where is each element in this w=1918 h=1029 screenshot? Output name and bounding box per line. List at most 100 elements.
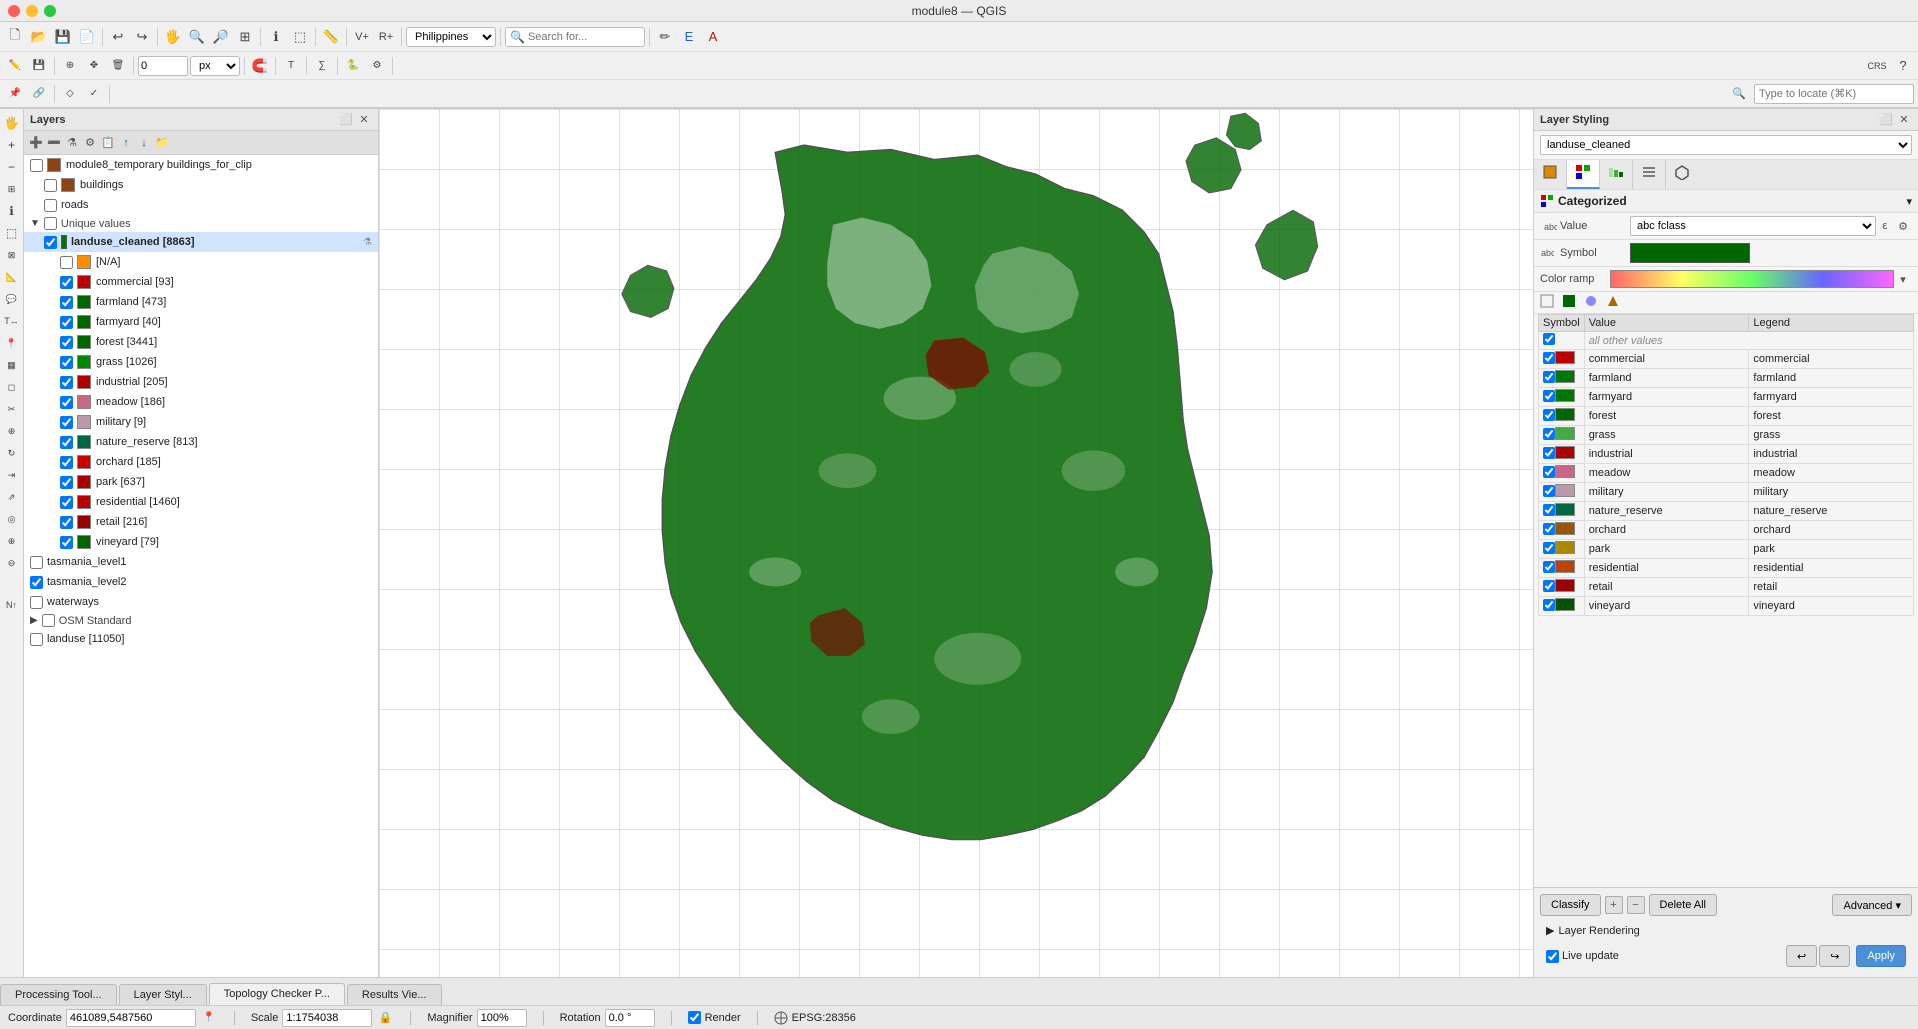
select-icon[interactable]: ⬚ <box>289 26 311 48</box>
tab-topology[interactable]: Topology Checker P... <box>209 983 345 1005</box>
pan-tool-icon[interactable]: 🖐 <box>2 113 22 133</box>
field-calc-icon[interactable]: ∑ <box>311 55 333 77</box>
filter-layer-icon[interactable]: ⚗ <box>64 135 80 151</box>
sym-row-farmyard[interactable]: farmyard farmyard <box>1539 388 1914 407</box>
layer-item-meadow[interactable]: meadow [186] <box>24 392 378 412</box>
open-project-icon[interactable]: 📂 <box>28 26 50 48</box>
layer-item-industrial[interactable]: industrial [205] <box>24 372 378 392</box>
identify-icon[interactable]: ℹ <box>265 26 287 48</box>
live-update-label[interactable]: Live update <box>1546 950 1619 963</box>
tab-layer-style[interactable]: Layer Styl... <box>119 984 207 1005</box>
layer-item-orchard[interactable]: orchard [185] <box>24 452 378 472</box>
sym-row-residential[interactable]: residential residential <box>1539 559 1914 578</box>
help-icon[interactable]: ? <box>1892 55 1914 77</box>
sym-row-meadow[interactable]: meadow meadow <box>1539 464 1914 483</box>
layer-checkbox-osm[interactable] <box>42 614 55 627</box>
layer-checkbox-module8[interactable] <box>30 159 43 172</box>
save-edits-icon[interactable]: 💾 <box>28 55 50 77</box>
sym-check-military[interactable] <box>1539 483 1585 502</box>
epsg-item[interactable]: EPSG:28356 <box>774 1011 856 1025</box>
symbol-color-swatch[interactable] <box>1630 243 1750 263</box>
classify-button[interactable]: Classify <box>1540 894 1601 916</box>
layer-item-forest[interactable]: forest [3441] <box>24 332 378 352</box>
styling-close-icon[interactable]: ✕ <box>1896 112 1912 128</box>
scale-input[interactable] <box>282 1009 372 1027</box>
layer-item-farmyard[interactable]: farmyard [40] <box>24 312 378 332</box>
split-features-icon[interactable]: ✂ <box>2 399 22 419</box>
layer-item-nature-reserve[interactable]: nature_reserve [813] <box>24 432 378 452</box>
tab-processing[interactable]: Processing Tool... <box>0 984 117 1005</box>
zoom-in-tool-icon[interactable]: + <box>2 135 22 155</box>
offset-icon[interactable]: ⇥ <box>2 465 22 485</box>
layer-checkbox-nature-reserve[interactable] <box>60 436 73 449</box>
minimize-button[interactable] <box>26 5 38 17</box>
value-edit-icon[interactable]: ε <box>1876 217 1894 235</box>
sym-row-nature-reserve[interactable]: nature_reserve nature_reserve <box>1539 502 1914 521</box>
sym-check-orchard[interactable] <box>1539 521 1585 540</box>
digitize-vertex-icon[interactable]: ◻ <box>2 377 22 397</box>
value-settings-icon[interactable]: ⚙ <box>1894 217 1912 235</box>
label-icon[interactable]: T <box>280 55 302 77</box>
layer-item-commercial[interactable]: commercial [93] <box>24 272 378 292</box>
digitize-icon[interactable]: ✏ <box>654 26 676 48</box>
layer-checkbox-tasmania1[interactable] <box>30 556 43 569</box>
pin-labels-icon[interactable]: 📍 <box>2 333 22 353</box>
layer-checkbox-na[interactable] <box>60 256 73 269</box>
layer-item-roads[interactable]: roads <box>24 195 378 215</box>
move-label-icon[interactable]: T↔ <box>2 311 22 331</box>
single-symbol-icon[interactable] <box>1534 160 1567 189</box>
layer-item-buildings[interactable]: buildings <box>24 175 378 195</box>
layer-item-module8[interactable]: module8_temporary buildings_for_clip <box>24 155 378 175</box>
sym-check-vineyard[interactable] <box>1539 597 1585 616</box>
2d5d-icon[interactable] <box>1666 160 1698 189</box>
add-vector-icon[interactable]: V+ <box>351 26 373 48</box>
fill-ring-icon[interactable]: ◎ <box>2 509 22 529</box>
add-ring-icon[interactable]: ⊕ <box>2 531 22 551</box>
layer-item-grass[interactable]: grass [1026] <box>24 352 378 372</box>
sym-row-all-other[interactable]: all other values <box>1539 332 1914 350</box>
move-feature-icon[interactable]: ✥ <box>83 55 105 77</box>
layer-item-residential[interactable]: residential [1460] <box>24 492 378 512</box>
layer-checkbox-landuse-main[interactable] <box>30 633 43 646</box>
snap-icon2[interactable]: 🔗 <box>28 83 50 105</box>
osm-standard-group[interactable]: ▶ OSM Standard <box>24 612 378 629</box>
advanced-button[interactable]: Advanced ▾ <box>1832 894 1912 916</box>
rotation-status-input[interactable] <box>605 1009 655 1027</box>
zoom-full-icon[interactable]: ⊞ <box>234 26 256 48</box>
current-edits-icon[interactable]: 📌 <box>4 83 26 105</box>
sym-check-residential[interactable] <box>1539 559 1585 578</box>
layer-item-farmland[interactable]: farmland [473] <box>24 292 378 312</box>
categorized-icon[interactable] <box>1567 160 1600 189</box>
layer-checkbox-waterways[interactable] <box>30 596 43 609</box>
search-input[interactable] <box>528 31 640 43</box>
rotation-input[interactable] <box>138 56 188 76</box>
layer-item-military[interactable]: military [9] <box>24 412 378 432</box>
magnifier-input[interactable] <box>477 1009 527 1027</box>
unique-values-group[interactable]: ▼ Unique values <box>24 215 378 232</box>
sym-check-retail[interactable] <box>1539 578 1585 597</box>
add-layer-icon[interactable]: ➕ <box>28 135 44 151</box>
sym-check-commercial[interactable] <box>1539 350 1585 369</box>
layer-checkbox-grass[interactable] <box>60 356 73 369</box>
open-attribute-icon[interactable]: 📋 <box>100 135 116 151</box>
measure-icon[interactable]: 📏 <box>320 26 342 48</box>
add-class-icon[interactable]: + <box>1605 896 1623 914</box>
tab-results[interactable]: Results Vie... <box>347 984 442 1005</box>
sym-check-farmland[interactable] <box>1539 369 1585 388</box>
undo-icon[interactable]: ↩ <box>107 26 129 48</box>
layer-checkbox-unique-group[interactable] <box>44 217 57 230</box>
coordinate-copy-icon[interactable]: 📍 <box>200 1009 218 1027</box>
sym-row-grass[interactable]: grass grass <box>1539 426 1914 445</box>
annotate-icon[interactable]: 💬 <box>2 289 22 309</box>
zoom-out-icon[interactable]: 🔎 <box>210 26 232 48</box>
node-tool-icon[interactable]: ◇ <box>59 83 81 105</box>
layer-checkbox-forest[interactable] <box>60 336 73 349</box>
layer-item-na[interactable]: [N/A] <box>24 252 378 272</box>
sym-row-farmland[interactable]: farmland farmland <box>1539 369 1914 388</box>
save-project-icon[interactable]: 💾 <box>52 26 74 48</box>
measure-tool-icon[interactable]: 📐 <box>2 267 22 287</box>
processing-icon[interactable]: ⚙ <box>366 55 388 77</box>
layer-selector-combo[interactable]: landuse_cleaned <box>1540 135 1912 155</box>
layer-checkbox-park[interactable] <box>60 476 73 489</box>
layer-item-tasmania-level1[interactable]: tasmania_level1 <box>24 552 378 572</box>
